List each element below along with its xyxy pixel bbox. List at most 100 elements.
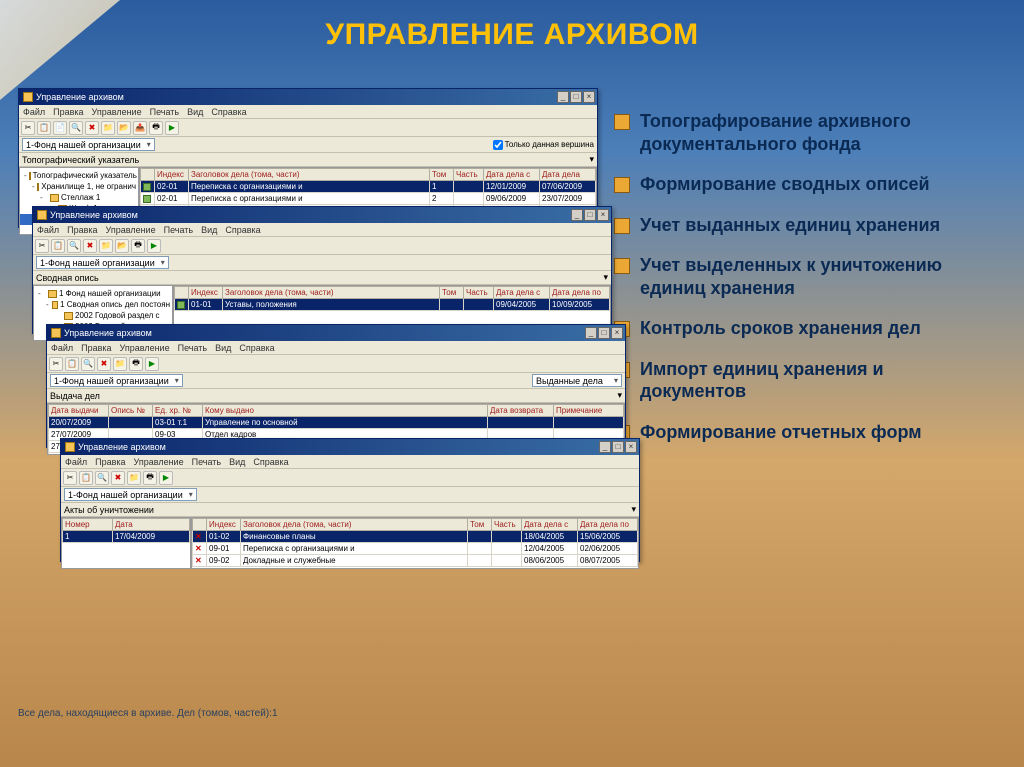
col-header[interactable]: Том (440, 287, 464, 299)
col-header[interactable]: Кому выдано (203, 405, 488, 417)
fond-dropdown[interactable]: 1-Фонд нашей организации (64, 488, 197, 501)
fond-dropdown[interactable]: 1-Фонд нашей организации (22, 138, 155, 151)
window-controls[interactable]: _□× (556, 91, 595, 103)
tree-node[interactable]: -1 Сводная опись дел постоян (34, 299, 172, 310)
window-destroy: Управление архивом _□× ФайлПравкаУправле… (60, 438, 640, 562)
col-header[interactable]: Часть (464, 287, 494, 299)
filter-bar: 1-Фонд нашей организации Только данная в… (19, 137, 597, 153)
tree-node[interactable]: 2002 Годовой раздел с (34, 310, 172, 321)
tree-node[interactable]: -Топографический указатель (20, 170, 138, 181)
bullet-item: Учет выданных единиц хранения (614, 214, 994, 237)
toolbar-btn[interactable]: 📤 (133, 121, 147, 135)
bullet-item: Формирование сводных описей (614, 173, 994, 196)
table-row[interactable]: 20/07/200903-01 т.1Управление по основно… (49, 417, 624, 429)
col-header[interactable]: Заголовок дела (тома, части) (223, 287, 440, 299)
window-issued: Управление архивом _□× ФайлПравкаУправле… (46, 324, 626, 448)
menubar[interactable]: ФайлПравкаУправлениеПечатьВидСправка (47, 341, 625, 355)
table-row[interactable]: ✕09-02Докладные и служебные08/06/200508/… (193, 555, 638, 567)
menubar[interactable]: ФайлПравкаУправлениеПечатьВидСправка (61, 455, 639, 469)
col-header[interactable]: Индекс (155, 169, 189, 181)
toolbar-btn[interactable]: 📄 (53, 121, 67, 135)
col-header[interactable]: Дата выдачи (49, 405, 109, 417)
tree-node[interactable]: -1 Фонд нашей организации (34, 288, 172, 299)
menu-print[interactable]: Печать (150, 107, 179, 117)
toolbar-btn[interactable]: ✖ (85, 121, 99, 135)
section-label: Выдача дел (50, 391, 100, 401)
section-label: Акты об уничтожении (64, 505, 154, 515)
col-header[interactable]: Индекс (207, 519, 241, 531)
window-summary: Управление архивом _□× ФайлПравкаУправле… (32, 206, 612, 334)
toolbar-btn[interactable]: ✂ (21, 121, 35, 135)
col-header[interactable]: Дата дела с (494, 287, 550, 299)
toolbar-btn[interactable]: 📁 (101, 121, 115, 135)
window-title: Управление архивом (50, 210, 138, 220)
col-header[interactable]: Часть (454, 169, 484, 181)
toolbar[interactable]: ✂📋🔍✖📁🖶▶ (61, 469, 639, 487)
acts-grid[interactable]: НомерДата117/04/2009 (61, 517, 191, 569)
toolbar[interactable]: ✂📋🔍✖📁🖶▶ (47, 355, 625, 373)
col-header[interactable]: Дата дела по (550, 287, 610, 299)
filter-bar: 1-Фонд нашей организации (61, 487, 639, 503)
titlebar: Управление архивом _□× (47, 325, 625, 341)
col-header[interactable]: Дата дела по (578, 519, 638, 531)
col-header[interactable] (175, 287, 189, 299)
table-row[interactable]: ✕09-01Переписка с организациями и12/04/2… (193, 543, 638, 555)
menubar[interactable]: Файл Правка Управление Печать Вид Справк… (19, 105, 597, 119)
bullet-item: Формирование отчетных форм (614, 421, 994, 444)
menu-help[interactable]: Справка (211, 107, 246, 117)
bullet-item: Учет выделенных к уничтожению единиц хра… (614, 254, 994, 299)
toolbar-btn[interactable]: 📋 (37, 121, 51, 135)
col-header[interactable] (141, 169, 155, 181)
window-controls[interactable]: _□× (598, 441, 637, 453)
bullet-list: Топографирование архивного документально… (614, 110, 994, 461)
col-header[interactable]: Опись № (109, 405, 153, 417)
bullet-item: Импорт единиц хранения и документов (614, 358, 994, 403)
toolbar[interactable]: ✂📋📄🔍✖📁📂📤🖶▶ (19, 119, 597, 137)
col-header[interactable]: Индекс (189, 287, 223, 299)
window-controls[interactable]: _□× (570, 209, 609, 221)
slide-title: УПРАВЛЕНИЕ АРХИВОМ (0, 18, 1024, 52)
only-top-label: Только данная вершина (505, 140, 594, 149)
table-row[interactable]: 117/04/2009 (63, 531, 190, 543)
toolbar-btn[interactable]: ▶ (165, 121, 179, 135)
grid-pane[interactable]: ИндексЗаголовок дела (тома, части)ТомЧас… (191, 517, 639, 569)
toolbar-btn[interactable]: 🔍 (69, 121, 83, 135)
filter-bar: 1-Фонд нашей организации Выданные дела (47, 373, 625, 389)
menu-view[interactable]: Вид (187, 107, 203, 117)
menu-manage[interactable]: Управление (92, 107, 142, 117)
fond-dropdown[interactable]: 1-Фонд нашей организации (50, 374, 183, 387)
col-header[interactable]: Дата дела (540, 169, 596, 181)
col-header[interactable]: Том (468, 519, 492, 531)
col-header[interactable]: Дата возврата (488, 405, 554, 417)
col-header[interactable] (193, 519, 207, 531)
menu-file[interactable]: Файл (23, 107, 45, 117)
menubar[interactable]: ФайлПравкаУправлениеПечатьВидСправка (33, 223, 611, 237)
window-title: Управление архивом (36, 92, 124, 102)
col-header[interactable]: Часть (492, 519, 522, 531)
menu-edit[interactable]: Правка (53, 107, 83, 117)
table-row[interactable]: ✕01-02Финансовые планы18/04/200515/06/20… (193, 531, 638, 543)
col-header[interactable]: Заголовок дела (тома, части) (241, 519, 468, 531)
section-label: Сводная опись (36, 273, 99, 283)
bullet-item: Топографирование архивного документально… (614, 110, 994, 155)
tree-node[interactable]: -Стеллаж 1 (20, 192, 138, 203)
fond-dropdown[interactable]: 1-Фонд нашей организации (36, 256, 169, 269)
col-header[interactable]: Дата дела с (484, 169, 540, 181)
col-header[interactable]: Дата дела с (522, 519, 578, 531)
table-row[interactable]: 02-01Переписка с организациями и112/01/2… (141, 181, 596, 193)
status-dropdown[interactable]: Выданные дела (532, 374, 622, 387)
only-top-checkbox[interactable] (493, 140, 503, 150)
toolbar[interactable]: ✂📋🔍✖📁📂🖶▶ (33, 237, 611, 255)
col-header[interactable]: Заголовок дела (тома, части) (189, 169, 430, 181)
titlebar: Управление архивом _□× (61, 439, 639, 455)
col-header[interactable]: Ед. хр. № (153, 405, 203, 417)
tree-node[interactable]: -Хранилище 1, не огранич (20, 181, 138, 192)
toolbar-btn[interactable]: 🖶 (149, 121, 163, 135)
col-header[interactable]: Примечание (554, 405, 624, 417)
window-controls[interactable]: _□× (584, 327, 623, 339)
table-row[interactable]: 02-01Переписка с организациями и209/06/2… (141, 193, 596, 205)
col-header[interactable]: Том (430, 169, 454, 181)
table-row[interactable]: 01-01Уставы, положения09/04/200510/09/20… (175, 299, 610, 311)
section-label: Топографический указатель (22, 155, 139, 165)
toolbar-btn[interactable]: 📂 (117, 121, 131, 135)
